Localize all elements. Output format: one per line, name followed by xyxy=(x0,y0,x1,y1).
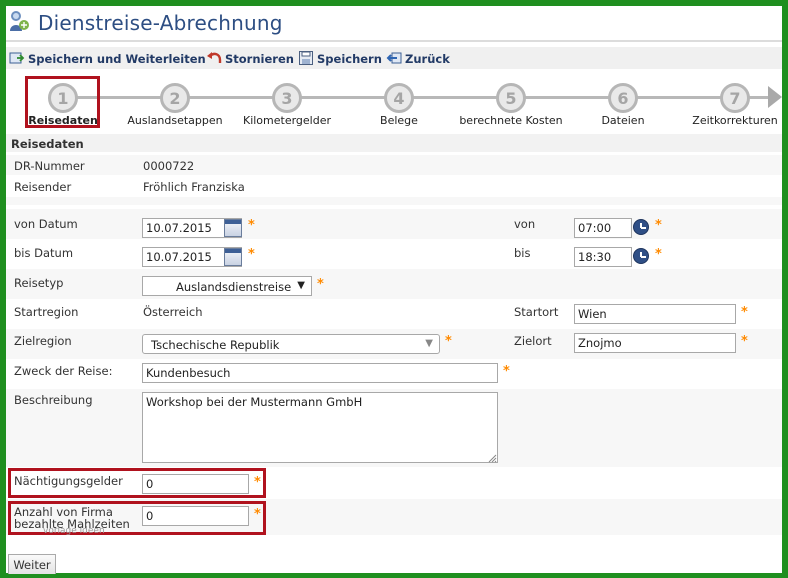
purpose-input[interactable]: Kundenbesuch xyxy=(142,363,498,383)
step-6-label[interactable]: Dateien xyxy=(568,114,678,127)
current-step-highlight xyxy=(25,76,100,128)
back-label: Zurück xyxy=(405,52,450,66)
required-marker: * xyxy=(254,475,261,490)
to-time-label: bis xyxy=(514,246,531,260)
save-label: Speichern xyxy=(317,52,382,66)
start-region-label: Startregion xyxy=(14,305,79,319)
required-marker: * xyxy=(655,218,662,233)
step-7-circle[interactable]: 7 xyxy=(720,83,750,113)
purpose-label: Zweck der Reise: xyxy=(14,364,113,378)
overnight-input[interactable]: 0 xyxy=(142,474,249,494)
calendar-icon[interactable] xyxy=(224,219,242,237)
required-marker: * xyxy=(445,334,452,349)
step-5-label[interactable]: berechnete Kosten xyxy=(456,114,566,127)
step-4-label[interactable]: Belege xyxy=(344,114,454,127)
calendar-icon[interactable] xyxy=(224,248,242,266)
from-date-label: von Datum xyxy=(14,217,78,231)
target-region-value: Tschechische Republik xyxy=(151,338,280,352)
row-trip-type xyxy=(6,269,782,299)
page-title: Dienstreise-Abrechnung xyxy=(38,11,283,35)
step-2-circle[interactable]: 2 xyxy=(160,83,190,113)
start-place-label: Startort xyxy=(514,305,559,319)
required-marker: * xyxy=(248,247,255,262)
target-place-input[interactable]: Znojmo xyxy=(574,333,736,353)
save-and-forward-label: Speichern und Weiterleiten xyxy=(28,52,206,66)
section-header xyxy=(6,134,782,152)
row-from xyxy=(6,209,782,239)
target-place-label: Zielort xyxy=(514,334,552,348)
start-region-value: Österreich xyxy=(143,305,203,319)
floppy-disk-icon xyxy=(298,50,314,69)
row-spacer xyxy=(6,197,782,205)
overnight-label: Nächtigungsgelder xyxy=(14,474,123,488)
row-to xyxy=(6,240,782,268)
trip-type-label: Reisetyp xyxy=(14,276,64,290)
step-4-circle[interactable]: 4 xyxy=(384,83,414,113)
row-dr-number xyxy=(6,155,782,175)
step-7-label[interactable]: Zeitkorrekturen xyxy=(680,114,788,127)
required-marker: * xyxy=(317,277,324,292)
row-traveler xyxy=(6,176,782,196)
dropdown-arrow-icon: ▼ xyxy=(425,338,433,349)
step-2-label[interactable]: Auslandsetappen xyxy=(120,114,230,127)
to-date-label: bis Datum xyxy=(14,246,74,260)
save-and-forward-button[interactable]: Speichern und Weiterleiten xyxy=(9,50,206,68)
dr-number-value: 0000722 xyxy=(143,159,195,173)
step-5-circle[interactable]: 5 xyxy=(496,83,526,113)
required-marker: * xyxy=(503,364,510,379)
watermark: vorlage ideen xyxy=(43,526,105,536)
dr-number-label: DR-Nummer xyxy=(14,159,85,173)
target-region-select[interactable]: Tschechische Republik ▼ xyxy=(142,334,440,354)
traveler-value: Fröhlich Franziska xyxy=(143,180,245,194)
cancel-button[interactable]: Stornieren xyxy=(206,50,294,68)
trip-type-value: Auslandsdienstreise xyxy=(176,280,292,294)
required-marker: * xyxy=(254,507,261,522)
footer-area xyxy=(6,536,782,573)
section-title: Reisedaten xyxy=(11,137,84,151)
step-3-circle[interactable]: 3 xyxy=(272,83,302,113)
next-button[interactable]: Weiter xyxy=(8,554,56,574)
trip-type-select[interactable]: Auslandsdienstreise ▼ xyxy=(142,276,312,296)
required-marker: * xyxy=(741,305,748,320)
clock-icon[interactable] xyxy=(633,219,649,235)
to-time-input[interactable]: 18:30 xyxy=(574,247,632,267)
cancel-label: Stornieren xyxy=(225,52,294,66)
required-marker: * xyxy=(741,334,748,349)
clock-icon[interactable] xyxy=(633,248,649,264)
from-time-label: von xyxy=(514,217,536,231)
meals-input[interactable]: 0 xyxy=(142,506,249,526)
travel-person-icon xyxy=(7,9,31,33)
stepper-next-arrow-icon[interactable] xyxy=(768,86,782,108)
undo-arrow-icon xyxy=(206,50,222,69)
back-button[interactable]: Zurück xyxy=(386,50,450,68)
save-forward-icon xyxy=(9,50,25,69)
start-place-input[interactable]: Wien xyxy=(574,304,736,324)
resize-handle-icon[interactable] xyxy=(488,453,497,463)
back-arrow-icon xyxy=(386,50,402,69)
description-label: Beschreibung xyxy=(14,393,93,407)
target-region-label: Zielregion xyxy=(14,334,72,348)
step-3-label[interactable]: Kilometergelder xyxy=(232,114,342,127)
step-6-circle[interactable]: 6 xyxy=(608,83,638,113)
header-divider xyxy=(6,40,782,42)
dropdown-arrow-icon: ▼ xyxy=(297,280,305,291)
save-button[interactable]: Speichern xyxy=(298,50,382,68)
description-textarea[interactable]: Workshop bei der Mustermann GmbH xyxy=(142,392,498,463)
from-time-input[interactable]: 07:00 xyxy=(574,218,632,238)
required-marker: * xyxy=(248,218,255,233)
required-marker: * xyxy=(655,247,662,262)
traveler-label: Reisender xyxy=(14,180,72,194)
